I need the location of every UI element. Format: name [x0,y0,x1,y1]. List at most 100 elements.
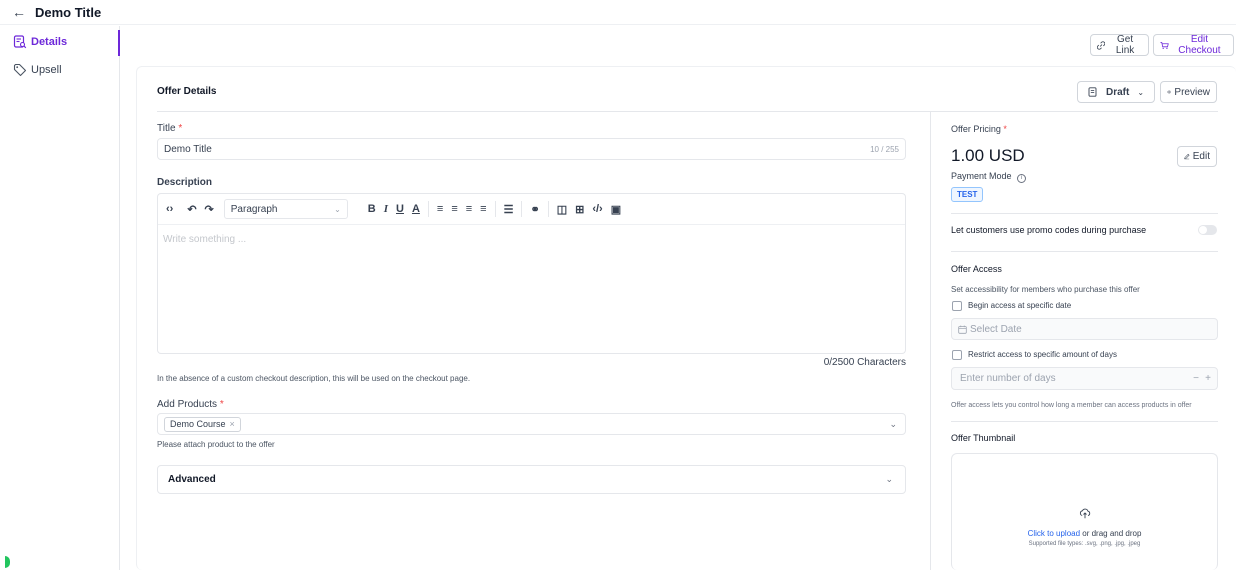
restrict-access-checkbox[interactable] [952,350,962,360]
access-divider [951,421,1218,422]
pricing-label: Offer Pricing * [951,124,1007,134]
access-footer: Offer access lets you control how long a… [951,402,1192,409]
advanced-label: Advanced [168,474,216,485]
table-icon[interactable]: ⊞ [571,203,588,216]
upload-link[interactable]: Click to upload [1028,529,1080,538]
edit-label: Edit [1192,151,1210,162]
bullet-list-icon[interactable]: ☰ [500,203,518,216]
header-divider [157,111,1218,112]
pricing-divider [951,213,1218,214]
code-block-icon[interactable]: ‹/› [588,203,606,215]
supported-file-types: Supported file types: .svg, .png, .jpg, … [1028,541,1141,547]
title-input[interactable]: Demo Title 10 / 255 [157,138,906,160]
align-justify-icon[interactable]: ≡ [476,203,490,215]
toolbar-divider [521,201,523,217]
chevron-down-icon: ⌄ [885,474,893,484]
thumbnail-heading: Offer Thumbnail [951,433,1016,443]
promo-toggle[interactable] [1198,225,1217,235]
required-marker: * [1003,124,1007,134]
status-label: Draft [1105,86,1130,98]
paragraph-value: Paragraph [230,203,278,215]
sidebar-item-upsell[interactable]: Upsell [0,56,119,84]
payment-mode-label: Payment Mode i [951,171,1027,183]
bold-button[interactable]: B [364,203,380,215]
begin-access-label: Begin access at specific date [968,301,1072,310]
products-select[interactable]: Demo Course × ⌄ [157,413,906,435]
align-right-icon[interactable]: ≡ [462,203,476,215]
description-label: Description [157,177,213,188]
date-picker[interactable]: Select Date [951,318,1218,340]
link-icon[interactable]: ⚭ [526,203,543,216]
upload-text: Click to upload or drag and drop [951,529,1218,538]
redo-icon[interactable]: ↷ [201,203,218,216]
undo-icon[interactable]: ↶ [183,203,200,216]
offer-details-heading: Offer Details [157,86,217,97]
title-value: Demo Title [164,143,212,155]
column-divider [930,112,931,570]
stepper-plus-button[interactable]: + [1205,373,1211,384]
align-left-icon[interactable]: ≡ [433,203,447,215]
date-placeholder: Select Date [970,323,1022,335]
embed-icon[interactable]: ◫ [553,203,571,216]
info-icon[interactable]: i [1017,174,1027,183]
sidebar: Details Upsell [0,26,120,570]
promo-divider [951,251,1218,252]
required-marker: * [219,399,224,410]
pricing-label-text: Offer Pricing [951,124,1001,134]
days-input[interactable]: Enter number of days − + [951,367,1218,390]
days-placeholder: Enter number of days [960,373,1056,384]
document-search-icon [13,35,27,49]
sidebar-item-label: Upsell [31,64,62,76]
upload-rest-text: or drag and drop [1080,529,1142,538]
product-tag-label: Demo Course [170,419,226,429]
image-icon[interactable]: ▣ [607,203,625,216]
status-dropdown[interactable]: Draft ⌄ [1077,81,1155,103]
payment-mode-label-text: Payment Mode [951,171,1012,181]
cloud-upload-icon [1079,508,1091,519]
products-label: Add Products * [157,399,224,410]
get-link-button[interactable]: Get Link [1090,34,1149,56]
access-heading: Offer Access [951,264,1002,274]
calendar-icon [958,325,967,334]
promo-label: Let customers use promo codes during pur… [951,225,1147,235]
pricing-amount: 1.00 USD [951,146,1025,165]
restrict-access-label: Restrict access to specific amount of da… [968,350,1117,359]
begin-access-checkbox[interactable] [952,301,962,311]
document-icon [1088,87,1097,97]
description-hint: In the absence of a custom checkout desc… [157,374,471,383]
align-center-icon[interactable]: ≡ [447,203,461,215]
pencil-icon [1184,153,1190,160]
sidebar-item-details[interactable]: Details [0,28,120,56]
get-link-label: Get Link [1115,34,1135,56]
close-icon[interactable]: × [230,419,235,429]
toggle-knob [1199,226,1207,234]
description-editor[interactable]: Write something ... [157,224,906,354]
product-tag: Demo Course × [164,416,241,432]
code-view-icon[interactable]: ‹› [162,203,177,215]
title-label-text: Title [157,123,176,134]
edit-pricing-button[interactable]: Edit [1177,146,1217,167]
text-color-button[interactable]: A [408,203,424,215]
cart-icon [1160,41,1169,49]
underline-button[interactable]: U [392,203,408,215]
toolbar-divider [547,201,549,217]
italic-button[interactable]: I [380,203,392,215]
edit-checkout-button[interactable]: Edit Checkout [1153,34,1234,56]
products-label-text: Add Products [157,399,218,410]
arrow-left-icon[interactable]: ← [12,5,26,19]
title-counter: 10 / 255 [870,144,899,154]
editor-toolbar: ‹› ↶ ↷ Paragraph ⌄ B I U A ≡ ≡ ≡ ≡ ☰ ⚭ ◫… [157,193,906,225]
paragraph-select[interactable]: Paragraph ⌄ [223,199,348,219]
editor-placeholder: Write something ... [163,234,247,245]
preview-label: Preview [1174,86,1210,98]
toolbar-divider [427,201,429,217]
tag-icon [13,63,27,77]
advanced-section[interactable]: Advanced ⌄ [157,465,906,494]
payment-mode-badge: TEST [951,187,984,202]
stepper-minus-button[interactable]: − [1193,373,1199,384]
page-title: Demo Title [35,4,102,20]
chevron-down-icon: ⌄ [889,418,897,429]
title-label: Title * [157,123,182,134]
preview-button[interactable]: Preview [1160,81,1217,103]
chevron-down-icon: ⌄ [334,204,341,214]
